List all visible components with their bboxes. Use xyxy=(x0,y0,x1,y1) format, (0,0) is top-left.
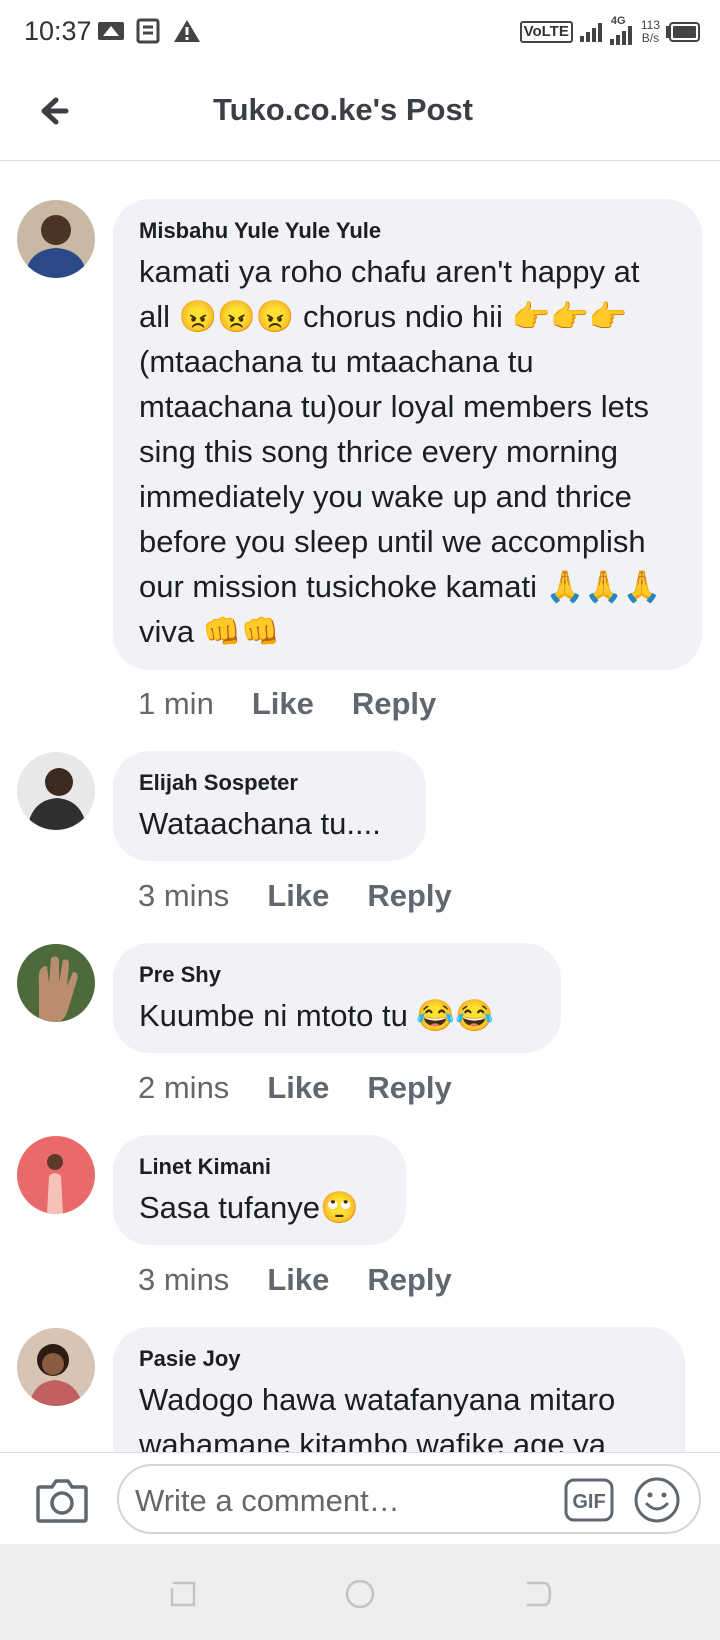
gif-icon: GIF xyxy=(564,1478,614,1522)
comment-text: kamati ya roho chafu aren't happy at all… xyxy=(139,254,662,649)
comment-time: 1 min xyxy=(138,686,214,721)
avatar[interactable] xyxy=(17,752,95,830)
comment-actions: 3 mins Like Reply xyxy=(138,878,452,914)
status-indicators: VoLTE 4G 113 B/s xyxy=(519,14,700,50)
comment-bubble[interactable]: Linet Kimani Sasa tufanye🙄 xyxy=(113,1135,406,1245)
system-nav-bar xyxy=(0,1544,720,1640)
comment-time: 2 mins xyxy=(138,1070,230,1105)
home-icon[interactable] xyxy=(343,1577,377,1611)
comment-actions: 2 mins Like Reply xyxy=(138,1070,452,1106)
avatar[interactable] xyxy=(17,200,95,278)
avatar[interactable] xyxy=(17,1328,95,1406)
comment-author[interactable]: Pasie Joy xyxy=(139,1345,659,1373)
comment-author[interactable]: Misbahu Yule Yule Yule xyxy=(139,217,676,245)
like-button[interactable]: Like xyxy=(252,686,314,722)
avatar-photo xyxy=(17,1328,95,1406)
reply-button[interactable]: Reply xyxy=(367,1070,451,1106)
gif-button[interactable]: GIF xyxy=(564,1478,614,1522)
reply-button[interactable]: Reply xyxy=(367,1262,451,1298)
sim-icon xyxy=(98,22,124,40)
comment-text: Sasa tufanye🙄 xyxy=(139,1190,359,1225)
signal-icon xyxy=(579,23,602,42)
recents-icon[interactable] xyxy=(166,1577,200,1611)
reply-button[interactable]: Reply xyxy=(367,878,451,914)
avatar-photo xyxy=(17,944,95,1022)
like-button[interactable]: Like xyxy=(267,1070,329,1106)
comment-time: 3 mins xyxy=(138,1262,230,1297)
comment-actions: 1 min Like Reply xyxy=(138,686,436,722)
camera-icon[interactable] xyxy=(34,1473,90,1525)
emoji-icon[interactable] xyxy=(633,1476,681,1524)
network-speed: 113 B/s xyxy=(641,19,660,45)
comment-author[interactable]: Pre Shy xyxy=(139,961,535,989)
avatar[interactable] xyxy=(17,944,95,1022)
like-button[interactable]: Like xyxy=(267,1262,329,1298)
gif-label: GIF xyxy=(572,1491,605,1513)
back-nav-icon[interactable] xyxy=(520,1577,554,1611)
signal-bars-icon xyxy=(609,26,632,45)
news-icon xyxy=(136,18,160,44)
comment-text: Wataachana tu.... xyxy=(139,806,381,841)
volte-badge: VoLTE xyxy=(519,21,573,43)
comment-bubble[interactable]: Pre Shy Kuumbe ni mtoto tu 😂😂 xyxy=(113,943,561,1053)
battery-icon xyxy=(666,22,700,42)
comment-bubble[interactable]: Misbahu Yule Yule Yule kamati ya roho ch… xyxy=(113,199,702,670)
comment-author[interactable]: Linet Kimani xyxy=(139,1153,380,1181)
avatar[interactable] xyxy=(17,1136,95,1214)
status-time: 10:37 xyxy=(24,16,92,46)
comment-author[interactable]: Elijah Sospeter xyxy=(139,769,400,797)
comment-text: Kuumbe ni mtoto tu 😂😂 xyxy=(139,998,494,1033)
warning-icon xyxy=(174,20,200,42)
post-header: Tuko.co.ke's Post xyxy=(0,66,720,161)
comment-bubble[interactable]: Elijah Sospeter Wataachana tu.... xyxy=(113,751,426,861)
avatar-photo xyxy=(17,752,95,830)
comment-composer: GIF xyxy=(0,1452,720,1545)
like-button[interactable]: Like xyxy=(267,878,329,914)
reply-button[interactable]: Reply xyxy=(352,686,436,722)
page-title: Tuko.co.ke's Post xyxy=(212,92,474,127)
comment-input[interactable] xyxy=(133,1480,537,1522)
avatar-photo xyxy=(17,200,95,278)
status-bar: 10:37 VoLTE 4G 113 B/s xyxy=(0,0,720,66)
signal-4g-icon: 4G xyxy=(609,15,635,47)
speed-unit: B/s xyxy=(641,31,660,45)
comment-time: 3 mins xyxy=(138,878,230,913)
comment-actions: 3 mins Like Reply xyxy=(138,1262,452,1298)
comment-input-box[interactable]: GIF xyxy=(117,1464,701,1534)
avatar-photo xyxy=(17,1136,95,1214)
